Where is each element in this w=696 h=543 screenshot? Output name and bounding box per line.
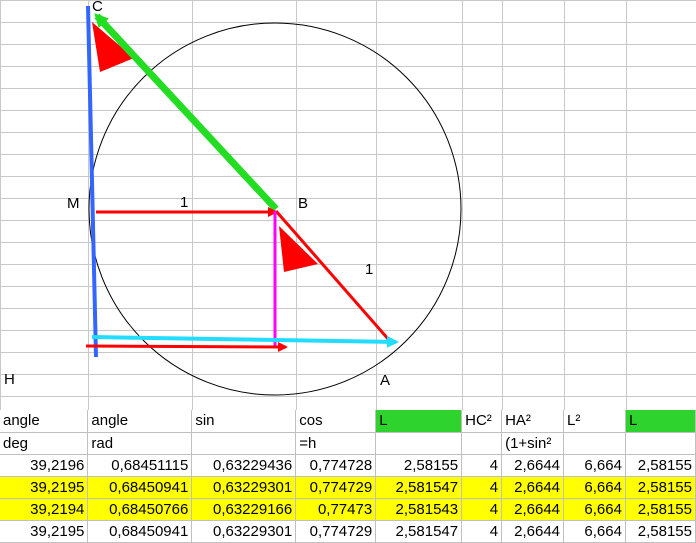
- header-row-1-cell-6[interactable]: HA²: [501, 410, 565, 433]
- table-row-cell-6[interactable]: 2,6644: [501, 498, 565, 521]
- label-length-ba: 1: [365, 261, 373, 278]
- label-a: A: [380, 372, 390, 389]
- table-row-cell-7[interactable]: 6,664: [563, 454, 626, 477]
- header-row-2-cell-1[interactable]: rad: [87, 432, 193, 455]
- table-row-cell-7[interactable]: 6,664: [563, 520, 626, 543]
- label-b: B: [298, 195, 308, 212]
- header-row-1: angle angle sin cos L HC² HA² L² L: [0, 410, 696, 433]
- data-table: angle angle sin cos L HC² HA² L² Ldeg rad =h (1+sin…: [0, 410, 696, 543]
- table-row-cell-1[interactable]: 0,68450941: [87, 520, 193, 543]
- label-c: C: [92, 0, 103, 15]
- table-row-cell-6[interactable]: 2,6644: [501, 454, 565, 477]
- table-row-cell-3[interactable]: 0,77473: [295, 498, 377, 521]
- hc-line: [86, 5, 98, 358]
- table-row-cell-1[interactable]: 0,68451115: [87, 454, 193, 477]
- header-row-1-cell-5[interactable]: HC²: [461, 410, 503, 433]
- table-row-cell-8[interactable]: 2,58155: [625, 520, 696, 543]
- header-row-2: deg rad =h (1+sin²: [0, 432, 696, 455]
- header-row-1-cell-4[interactable]: L: [375, 410, 463, 433]
- table-row-cell-1[interactable]: 0,68450941: [87, 476, 193, 499]
- table-row-cell-0[interactable]: 39,2195: [0, 476, 89, 499]
- header-row-2-cell-8[interactable]: [625, 432, 696, 455]
- table-row-cell-5[interactable]: 4: [461, 498, 503, 521]
- table-row-cell-4[interactable]: 2,581543: [375, 498, 463, 521]
- header-row-1-cell-0[interactable]: angle: [0, 410, 89, 433]
- header-row-2-cell-4[interactable]: [375, 432, 463, 455]
- table-row-cell-7[interactable]: 6,664: [563, 476, 626, 499]
- table-row-cell-7[interactable]: 6,664: [563, 498, 626, 521]
- table-row-cell-0[interactable]: 39,2196: [0, 454, 89, 477]
- table-row-cell-0[interactable]: 39,2195: [0, 520, 89, 543]
- table-row-cell-5[interactable]: 4: [461, 520, 503, 543]
- table-row-cell-5[interactable]: 4: [461, 454, 503, 477]
- table-row-cell-1[interactable]: 0,68450766: [87, 498, 193, 521]
- ha-arrow: [91, 335, 399, 348]
- table-row-cell-8[interactable]: 2,58155: [625, 476, 696, 499]
- table-row-cell-3[interactable]: 0,774729: [295, 476, 377, 499]
- table-row-cell-8[interactable]: 2,58155: [625, 498, 696, 521]
- table-row: 39,2195 0,68450941 0,63229301 0,774729 2,581…: [0, 520, 696, 543]
- table-row: 39,2195 0,68450941 0,63229301 0,774729 2,581…: [0, 476, 696, 499]
- angle-mark-b: [279, 226, 318, 272]
- table-row-cell-3[interactable]: 0,774729: [295, 520, 377, 543]
- label-length-mb: 1: [180, 194, 188, 211]
- geometry-diagram: C M B H A 1 1: [4, 0, 462, 396]
- table-row-cell-2[interactable]: 0,63229301: [191, 476, 297, 499]
- table-row-cell-4[interactable]: 2,58155: [375, 454, 463, 477]
- table-row-cell-4[interactable]: 2,581547: [375, 476, 463, 499]
- table-row-cell-6[interactable]: 2,6644: [501, 476, 565, 499]
- table-row-cell-3[interactable]: 0,774728: [295, 454, 377, 477]
- header-row-1-cell-2[interactable]: sin: [191, 410, 297, 433]
- spreadsheet-sheet: C M B H A 1 1 angle angle sin cos L HC² HA² L² L…: [0, 0, 696, 543]
- table-row: 39,2196 0,68451115 0,63229436 0,774728 2,581…: [0, 454, 696, 477]
- label-m: M: [67, 195, 80, 212]
- header-row-2-cell-3[interactable]: =h: [295, 432, 377, 455]
- header-row-2-cell-2[interactable]: [191, 432, 297, 455]
- table-row: 39,2194 0,68450766 0,63229166 0,77473 2,5815…: [0, 498, 696, 521]
- table-row-cell-8[interactable]: 2,58155: [625, 454, 696, 477]
- header-row-2-cell-5[interactable]: [461, 432, 503, 455]
- header-row-2-cell-7[interactable]: [563, 432, 626, 455]
- table-row-cell-2[interactable]: 0,63229166: [191, 498, 297, 521]
- header-row-1-cell-1[interactable]: angle: [87, 410, 193, 433]
- header-row-2-cell-6[interactable]: (1+sin²: [501, 432, 565, 455]
- table-row-cell-6[interactable]: 2,6644: [501, 520, 565, 543]
- table-row-cell-2[interactable]: 0,63229301: [191, 520, 297, 543]
- header-row-2-cell-0[interactable]: deg: [0, 432, 89, 455]
- bottom-arrow: [85, 341, 288, 352]
- table-row-cell-0[interactable]: 39,2194: [0, 498, 89, 521]
- label-h: H: [4, 371, 15, 388]
- table-row-cell-2[interactable]: 0,63229436: [191, 454, 297, 477]
- header-row-1-cell-8[interactable]: L: [625, 410, 696, 433]
- table-row-cell-5[interactable]: 4: [461, 476, 503, 499]
- header-row-1-cell-7[interactable]: L²: [563, 410, 626, 433]
- table-row-cell-4[interactable]: 2,581547: [375, 520, 463, 543]
- header-row-1-cell-3[interactable]: cos: [295, 410, 377, 433]
